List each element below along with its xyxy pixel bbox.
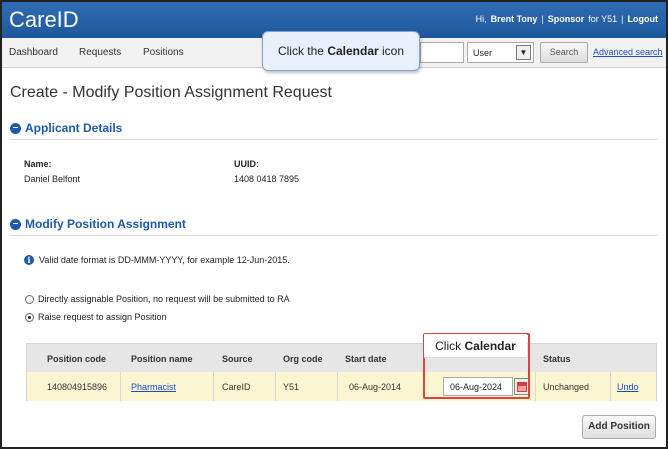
table-row: 140804915896 Pharmacist CareID Y51 06-Au… — [27, 372, 656, 401]
callout-text: Click the — [277, 44, 324, 58]
modify-position-header[interactable]: – Modify Position Assignment — [10, 217, 186, 231]
section-title: Modify Position Assignment — [25, 217, 186, 231]
cell-source: CareID — [222, 382, 251, 392]
column-header: Status — [543, 354, 571, 364]
callout-emphasis: Calendar — [327, 44, 379, 58]
divider — [213, 372, 214, 401]
search-type-select[interactable]: User ▼ — [467, 42, 534, 63]
sponsor-for-text: for Y51 — [588, 14, 618, 24]
applicant-details-header[interactable]: – Applicant Details — [10, 121, 122, 135]
info-text: Valid date format is DD-MMM-YYYY, for ex… — [39, 255, 290, 265]
instruction-callout-calendar: Click Calendar — [424, 334, 527, 358]
advanced-search-link[interactable]: Advanced search — [593, 47, 663, 57]
column-header: Position code — [47, 354, 107, 364]
divider — [10, 139, 658, 140]
cell-position-code: 140804915896 — [47, 382, 108, 392]
cell-status: Unchanged — [543, 382, 590, 392]
nav-requests[interactable]: Requests — [79, 47, 121, 58]
callout-text: Click — [435, 339, 462, 353]
calendar-icon[interactable] — [517, 382, 527, 392]
divider — [337, 372, 338, 401]
uuid-value: 1408 0418 7895 — [234, 174, 300, 184]
option-direct-assign[interactable]: Directly assignable Position, no request… — [25, 294, 290, 304]
radio-label: Raise request to assign Position — [38, 312, 167, 322]
collapse-icon[interactable]: – — [10, 218, 21, 230]
section-title: Applicant Details — [25, 121, 123, 135]
name-value: Daniel Belfont — [24, 174, 81, 184]
app-window: CareID Hi, Brent Tony | Sponsor for Y51 … — [0, 0, 668, 449]
undo-link[interactable]: Undo — [617, 382, 639, 392]
add-position-button[interactable]: Add Position — [582, 415, 656, 439]
nav-positions[interactable]: Positions — [143, 47, 184, 58]
cell-start-date: 06-Aug-2014 — [349, 382, 402, 392]
callout-text: icon — [382, 44, 405, 58]
divider — [610, 372, 611, 401]
collapse-icon[interactable]: – — [10, 122, 21, 134]
uuid-label: UUID: — [234, 159, 259, 169]
greeting-text: Hi, — [475, 14, 487, 24]
radio-label: Directly assignable Position, no request… — [38, 294, 290, 304]
column-header: Source — [222, 354, 253, 364]
option-raise-request[interactable]: Raise request to assign Position — [25, 312, 167, 322]
column-header: Org code — [283, 354, 323, 364]
position-name-link[interactable]: Pharmacist — [131, 382, 176, 392]
callout-emphasis: Calendar — [464, 339, 516, 353]
app-logo-title: CareID — [9, 7, 79, 32]
user-links: Hi, Brent Tony | Sponsor for Y51 | Logou… — [476, 14, 658, 24]
sponsor-link[interactable]: Sponsor — [548, 14, 585, 24]
divider — [535, 372, 536, 401]
cell-org-code: Y51 — [283, 382, 300, 392]
logout-link[interactable]: Logout — [628, 14, 659, 24]
info-icon: i — [24, 255, 34, 265]
positions-table: Position code Position name Source Org c… — [26, 343, 657, 401]
page-title: Create - Modify Position Assignment Requ… — [10, 84, 332, 101]
divider: | — [541, 14, 544, 24]
chevron-down-icon[interactable]: ▼ — [516, 45, 531, 60]
calendar-button[interactable] — [514, 378, 529, 395]
date-format-info: i Valid date format is DD-MMM-YYYY, for … — [24, 255, 290, 265]
nav-dashboard[interactable]: Dashboard — [9, 47, 58, 58]
divider — [10, 235, 658, 236]
divider — [120, 372, 121, 401]
user-name[interactable]: Brent Tony — [491, 14, 538, 24]
radio-direct[interactable] — [25, 294, 34, 304]
radio-raise[interactable] — [25, 312, 34, 322]
divider: | — [621, 14, 624, 24]
column-header: Position name — [131, 354, 193, 364]
search-button[interactable]: Search — [540, 42, 588, 63]
name-label: Name: — [24, 159, 52, 169]
search-type-value: User — [473, 48, 493, 58]
instruction-callout-top: Click the Calendar icon — [262, 31, 420, 71]
search-input[interactable] — [420, 42, 464, 63]
column-header: Start date — [345, 354, 387, 364]
end-date-input[interactable]: 06-Aug-2024 — [443, 377, 513, 396]
table-header: Position code Position name Source Org c… — [27, 344, 656, 372]
divider — [275, 372, 276, 401]
